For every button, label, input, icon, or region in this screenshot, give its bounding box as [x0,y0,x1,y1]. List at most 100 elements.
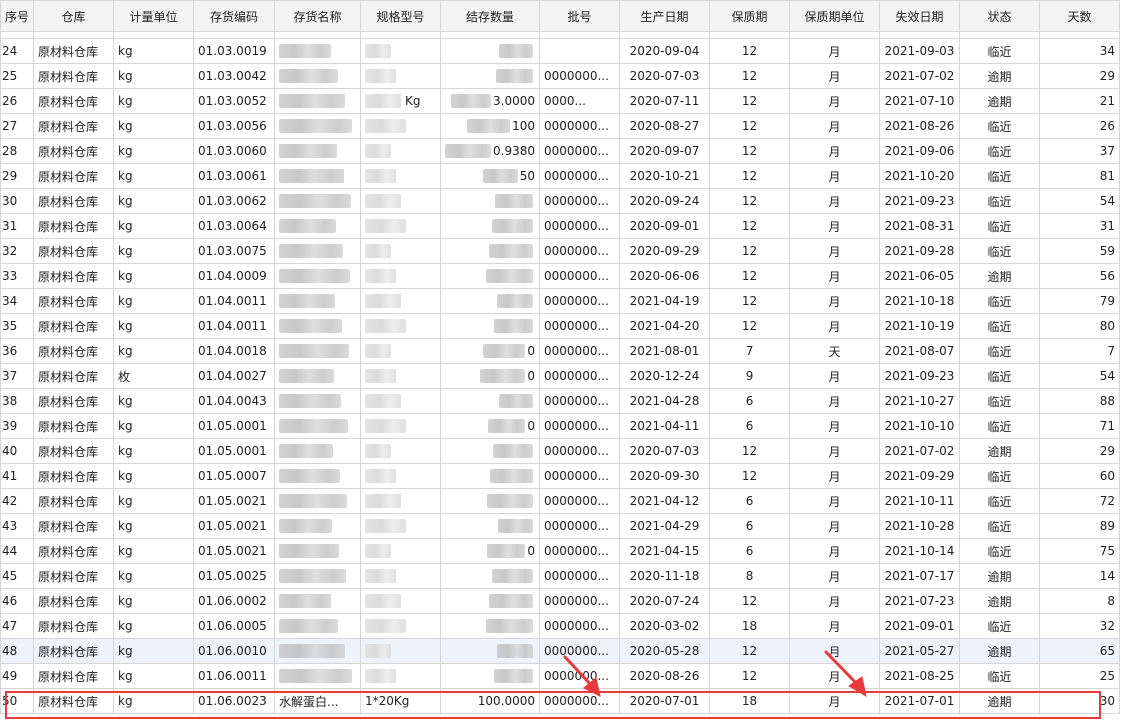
header-item-code[interactable]: 存货编码 [193,0,276,32]
header-days[interactable]: 天数 [1039,0,1121,32]
cell-days: 34 [1039,38,1121,64]
table-row[interactable]: 29 原材料仓库 kg 01.03.0061 50 0000000... 2020-10-2… [0,163,1121,189]
table-row[interactable]: 39 原材料仓库 kg 01.05.0001 0 0000000... 2021-04-11… [0,413,1121,439]
table-row[interactable]: 35 原材料仓库 kg 01.04.0011 0000000... 2021-04-20 1… [0,313,1121,339]
table-row[interactable]: 28 原材料仓库 kg 01.03.0060 0.9380 0000000... 2020-… [0,138,1121,164]
cell-exp-date: 2021-08-26 [879,113,961,139]
cell-seq: 30 [0,188,35,214]
cell-prod-date: 2020-08-27 [619,113,711,139]
header-seq[interactable]: 序号 [0,0,35,32]
header-exp-date[interactable]: 失效日期 [879,0,961,32]
cell-lot: 0000000... [539,513,621,539]
table-row[interactable]: 30 原材料仓库 kg 01.03.0062 0000000... 2020-09-24 1… [0,188,1121,214]
cell-days: 54 [1039,188,1121,214]
cell-warehouse: 原材料仓库 [33,688,115,714]
cell-item-name [274,113,362,139]
cell-seq: 27 [0,113,35,139]
table-row[interactable]: 33 原材料仓库 kg 01.04.0009 0000000... 2020-06-06 1… [0,263,1121,289]
cell-warehouse: 原材料仓库 [33,163,115,189]
header-qty[interactable]: 结存数量 [440,0,541,32]
table-row[interactable]: 24 原材料仓库 kg 01.03.0019 2020-09-04 12 月 2021-09-… [0,38,1121,64]
redacted-block [279,344,350,359]
table-row[interactable]: 50 原材料仓库 kg 01.06.0023 水解蛋白... 1*20Kg 100.0000… [0,688,1121,714]
cell-qty [440,63,541,89]
cell-shelf-unit: 月 [789,263,881,289]
table-row[interactable]: 25 原材料仓库 kg 01.03.0042 0000000... 2020-07-03 1… [0,63,1121,89]
cell-item-name [274,263,362,289]
header-unit[interactable]: 计量单位 [113,0,195,32]
table-row[interactable]: 40 原材料仓库 kg 01.05.0001 0000000... 2020-07-03 1… [0,438,1121,464]
redacted-block [279,594,332,609]
table-row[interactable]: 37 原材料仓库枚 01.04.0027 0 0000000... 2020-12-24 9… [0,363,1121,389]
cell-unit: kg [113,338,195,364]
table-row[interactable]: 38 原材料仓库 kg 01.04.0043 0000000... 2021-04-28 6… [0,388,1121,414]
header-shelf-life[interactable]: 保质期 [709,0,791,32]
table-row[interactable]: 42 原材料仓库 kg 01.05.0021 0000000... 2021-04-12 6… [0,488,1121,514]
table-row[interactable]: 36 原材料仓库 kg 01.04.0018 0 0000000... 2021-08-01… [0,338,1121,364]
redacted-block [279,619,339,634]
table-row[interactable]: 45 原材料仓库 kg 01.05.0025 0000000... 2020-11-18 8… [0,563,1121,589]
header-item-name[interactable]: 存货名称 [274,0,362,32]
cell-shelf-life: 12 [709,313,791,339]
table-row[interactable]: 27 原材料仓库 kg 01.03.0056 100 0000000... 2020-08-… [0,113,1121,139]
cell-prod-date: 2020-07-24 [619,588,711,614]
table-row[interactable]: 41 原材料仓库 kg 01.05.0007 0000000... 2020-09-30 1… [0,463,1121,489]
table-row[interactable]: 31 原材料仓库 kg 01.03.0064 0000000... 2020-09-01 1… [0,213,1121,239]
header-status[interactable]: 状态 [959,0,1041,32]
cell-seq: 43 [0,513,35,539]
redacted-block [486,619,534,634]
cell-lot: 0000... [539,88,621,114]
cell-warehouse: 原材料仓库 [33,613,115,639]
cell-shelf-unit: 月 [789,63,881,89]
cell-item-name [274,288,362,314]
cell-seq: 50 [0,688,35,714]
cell-qty [440,463,541,489]
cell-unit: kg [113,563,195,589]
header-shelf-unit[interactable]: 保质期单位 [789,0,881,32]
cell-shelf-life: 12 [709,638,791,664]
cell-exp-date: 2021-07-23 [879,588,961,614]
table-row[interactable]: 46 原材料仓库 kg 01.06.0002 0000000... 2020-07-24 1… [0,588,1121,614]
cell-days: 60 [1039,463,1121,489]
redacted-block [365,244,392,259]
cell-exp-date: 2021-10-20 [879,163,961,189]
header-warehouse[interactable]: 仓库 [33,0,115,32]
redacted-block [279,444,334,459]
cell-item-code: 01.05.0007 [193,463,276,489]
table-row-partial[interactable] [0,31,1121,39]
redacted-block [279,419,349,434]
cell-item-name [274,363,362,389]
cell-unit: kg [113,213,195,239]
cell-prod-date: 2021-04-15 [619,538,711,564]
redacted-block [365,619,407,634]
table-row[interactable]: 47 原材料仓库 kg 01.06.0005 0000000... 2020-03-02 1… [0,613,1121,639]
cell-shelf-life: 6 [709,388,791,414]
cell-prod-date: 2020-10-21 [619,163,711,189]
cell-shelf-life: 12 [709,438,791,464]
table-row[interactable]: 44 原材料仓库 kg 01.05.0021 0 0000000... 2021-04-15… [0,538,1121,564]
cell-days: 32 [1039,613,1121,639]
cell-shelf-life: 12 [709,188,791,214]
header-spec[interactable]: 规格型号 [360,0,442,32]
header-lot[interactable]: 批号 [539,0,621,32]
table-row[interactable]: 26 原材料仓库 kg 01.03.0052 Kg 3.0000 0000... 2020-0… [0,88,1121,114]
cell-shelf-life: 6 [709,538,791,564]
redacted-block [279,294,336,309]
cell-shelf-unit: 月 [789,288,881,314]
table-row[interactable]: 49 原材料仓库 kg 01.06.0011 0000000... 2020-08-26 1… [0,663,1121,689]
redacted-block [365,269,397,284]
cell-exp-date: 2021-09-03 [879,38,961,64]
cell-exp-date: 2021-07-17 [879,563,961,589]
table-row[interactable]: 32 原材料仓库 kg 01.03.0075 0000000... 2020-09-29 1… [0,238,1121,264]
cell-seq: 46 [0,588,35,614]
redacted-block [365,94,402,109]
cell-warehouse: 原材料仓库 [33,63,115,89]
header-prod-date[interactable]: 生产日期 [619,0,711,32]
cell-shelf-unit: 月 [789,563,881,589]
table-row[interactable]: 34 原材料仓库 kg 01.04.0011 0000000... 2021-04-19 1… [0,288,1121,314]
cell-seq: 36 [0,338,35,364]
table-row[interactable]: 43 原材料仓库 kg 01.05.0021 0000000... 2021-04-29 6… [0,513,1121,539]
cell-shelf-life: 12 [709,263,791,289]
cell-shelf-life: 12 [709,38,791,64]
table-row[interactable]: 48 原材料仓库 kg 01.06.0010 0000000... 2020-05-28 1… [0,638,1121,664]
